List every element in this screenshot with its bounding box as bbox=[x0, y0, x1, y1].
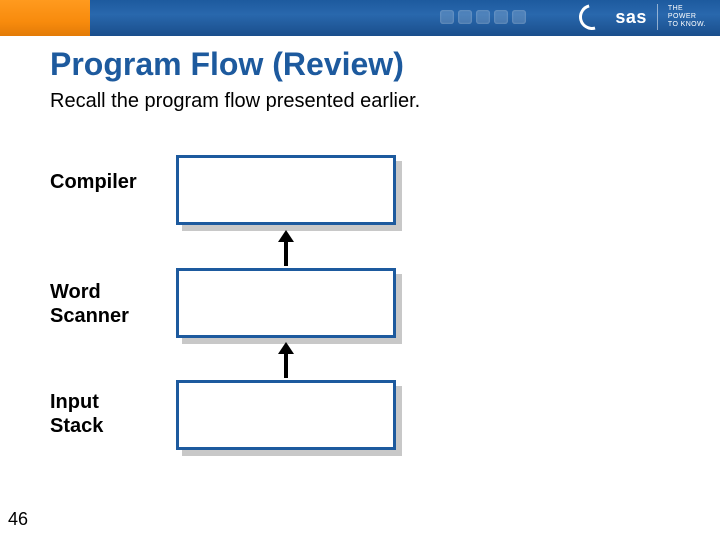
page-number: 46 bbox=[8, 509, 28, 530]
tagline-line: TO KNOW. bbox=[668, 21, 706, 29]
sas-tagline: THE POWER TO KNOW. bbox=[668, 5, 706, 29]
sas-logo: sas THE POWER TO KNOW. bbox=[579, 4, 706, 30]
label-line: Word bbox=[50, 280, 129, 304]
tagline-line: POWER bbox=[668, 13, 706, 21]
sas-brand-text: sas bbox=[615, 7, 647, 28]
top-banner: sas THE POWER TO KNOW. bbox=[0, 0, 720, 36]
label-line: Stack bbox=[50, 414, 103, 438]
banner-orange-block bbox=[0, 0, 90, 36]
arrow-scanner-to-compiler bbox=[284, 240, 288, 266]
slide-title: Program Flow (Review) bbox=[50, 46, 404, 83]
label-word-scanner: Word Scanner bbox=[50, 280, 129, 328]
sas-swoosh-icon bbox=[575, 0, 611, 35]
arrow-stack-to-scanner bbox=[284, 352, 288, 378]
label-line: Scanner bbox=[50, 304, 129, 328]
box-face bbox=[176, 380, 396, 450]
label-line: Input bbox=[50, 390, 103, 414]
logo-divider bbox=[657, 4, 658, 30]
tagline-line: THE bbox=[668, 5, 706, 13]
box-face bbox=[176, 268, 396, 338]
label-input-stack: Input Stack bbox=[50, 390, 103, 438]
slide-subtitle: Recall the program flow presented earlie… bbox=[50, 90, 420, 113]
label-compiler: Compiler bbox=[50, 170, 137, 194]
box-face bbox=[176, 155, 396, 225]
banner-dot-pattern bbox=[440, 10, 526, 24]
